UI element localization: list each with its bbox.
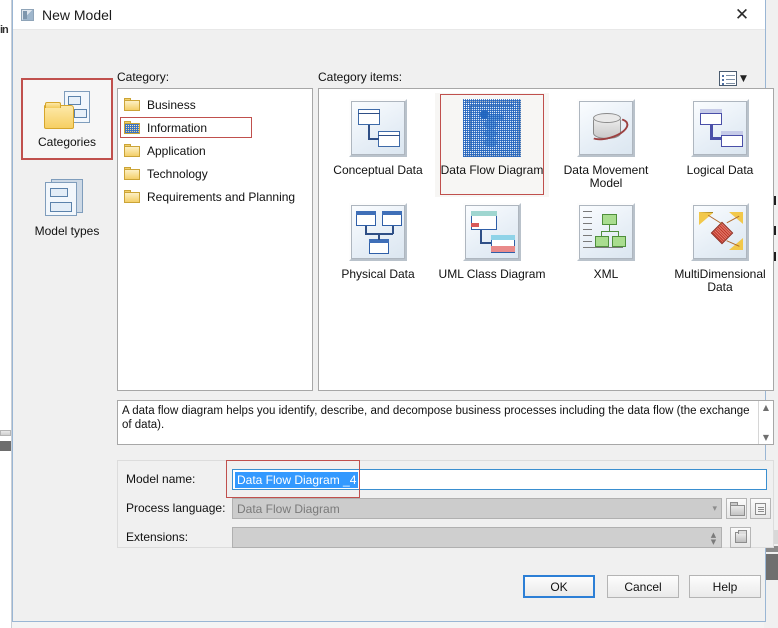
extensions-browse-icon	[734, 530, 747, 543]
model-name-field-wrap: Data Flow Diagram _4	[226, 460, 767, 498]
ok-button[interactable]: OK	[523, 575, 595, 598]
category-item-conceptual-data[interactable]: Conceptual Data	[321, 93, 435, 197]
stepper-down-icon[interactable]: ▼	[711, 538, 716, 546]
new-document-icon	[755, 502, 766, 515]
background-left-panel: in	[0, 0, 12, 628]
process-language-row: Process language: Data Flow Diagram ▾	[118, 498, 773, 520]
scroll-up-icon[interactable]: ▲	[763, 403, 769, 412]
category-item-uml-class-diagram[interactable]: UML Class Diagram	[435, 197, 549, 301]
category-item-information[interactable]: Information	[118, 116, 312, 139]
chevron-down-icon: ▼	[740, 73, 747, 84]
description-scrollbar[interactable]: ▲ ▼	[758, 401, 773, 444]
view-mode-button[interactable]: ▼	[719, 70, 757, 87]
extensions-stepper[interactable]: ▲ ▼	[707, 529, 720, 548]
category-label: Category:	[117, 70, 170, 84]
model-name-label: Model name:	[126, 472, 196, 486]
folder-open-icon	[730, 501, 745, 516]
categories-icon	[44, 90, 90, 130]
dialog-body: Categories Model types Category: Categor…	[13, 30, 774, 621]
category-item-label: Application	[147, 143, 206, 158]
close-icon[interactable]: ✕	[719, 0, 765, 30]
rail-item-model-types[interactable]: Model types	[21, 167, 113, 249]
extensions-input[interactable]: ▲ ▼	[232, 527, 722, 548]
folder-icon	[124, 120, 140, 135]
category-item-physical-data[interactable]: Physical Data	[321, 197, 435, 301]
physical-data-icon	[349, 203, 407, 261]
mode-rail: Categories Model types	[21, 78, 113, 249]
cancel-button[interactable]: Cancel	[607, 575, 679, 598]
background-block-3	[764, 554, 778, 580]
extensions-row: Extensions: ▲ ▼	[118, 527, 773, 549]
folder-icon	[124, 189, 140, 204]
category-item-data-flow-diagram[interactable]: Data Flow Diagram	[435, 93, 549, 197]
category-item-label: Physical Data	[341, 267, 415, 281]
folder-icon	[124, 143, 140, 158]
category-items-label: Category items:	[318, 70, 403, 84]
category-item-application[interactable]: Application	[118, 139, 312, 162]
category-item-label: UML Class Diagram	[438, 267, 546, 281]
description-box: A data flow diagram helps you identify, …	[117, 400, 774, 445]
category-item-label: Business	[147, 97, 196, 112]
category-items-panel[interactable]: Conceptual Data Data Flow Diagram Data M…	[318, 88, 774, 391]
category-item-label: Technology	[147, 166, 208, 181]
rail-item-categories-label: Categories	[37, 134, 97, 149]
rail-item-model-types-label: Model types	[34, 223, 100, 238]
window-icon	[21, 8, 34, 21]
help-button[interactable]: Help	[689, 575, 761, 598]
logical-data-icon	[691, 99, 749, 157]
category-item-label: Data Flow Diagram	[440, 163, 544, 177]
category-list[interactable]: Business Information Application Technol…	[117, 88, 313, 391]
model-name-row: Model name: Data Flow Diagram _4	[118, 460, 773, 498]
category-item-label: Requirements and Planning	[147, 189, 296, 204]
description-text: A data flow diagram helps you identify, …	[122, 405, 750, 431]
dialog-titlebar: New Model ✕	[13, 0, 765, 30]
model-types-icon	[45, 178, 89, 219]
category-item-xml[interactable]: XML	[549, 197, 663, 301]
process-language-label: Process language:	[126, 501, 226, 515]
category-item-label: Data Movement Model	[563, 163, 649, 190]
category-item-data-movement-model[interactable]: Data Movement Model	[549, 93, 663, 197]
category-item-technology[interactable]: Technology	[118, 162, 312, 185]
process-language-value: Data Flow Diagram	[237, 501, 340, 516]
model-settings-form: Model name: Data Flow Diagram _4 Process…	[117, 460, 774, 548]
category-item-label: Conceptual Data	[333, 163, 423, 177]
chevron-down-icon: ▾	[712, 504, 717, 514]
process-language-new-button[interactable]	[750, 498, 771, 519]
model-name-input[interactable]: Data Flow Diagram _4	[232, 469, 767, 490]
data-movement-model-icon	[577, 99, 635, 157]
background-left-toolbar-item-2	[0, 441, 11, 451]
conceptual-data-icon	[349, 99, 407, 157]
background-left-label: in	[0, 24, 9, 36]
category-item-label: MultiDimensional Data	[674, 267, 766, 294]
model-name-value: Data Flow Diagram _4	[235, 472, 359, 488]
process-language-select[interactable]: Data Flow Diagram ▾	[232, 498, 722, 519]
rail-item-categories[interactable]: Categories	[21, 78, 113, 160]
category-item-label: XML	[593, 267, 619, 281]
data-flow-diagram-icon	[463, 99, 521, 157]
dialog-title: New Model	[42, 6, 113, 23]
extensions-browse-button[interactable]	[730, 527, 751, 548]
category-item-label: Information	[147, 120, 208, 135]
category-item-logical-data[interactable]: Logical Data	[663, 93, 773, 197]
process-language-browse-button[interactable]	[726, 498, 747, 519]
category-item-label: Logical Data	[686, 163, 754, 177]
dialog-footer: OK Cancel Help	[13, 563, 765, 621]
scroll-down-icon[interactable]: ▼	[763, 433, 769, 442]
category-item-requirements-and-planning[interactable]: Requirements and Planning	[118, 185, 312, 208]
background-left-toolbar-item	[0, 430, 11, 436]
category-item-multidimensional-data[interactable]: MultiDimensional Data	[663, 197, 773, 301]
folder-icon	[124, 97, 140, 112]
folder-icon	[124, 166, 140, 181]
xml-icon	[577, 203, 635, 261]
list-view-icon	[719, 71, 737, 86]
uml-class-diagram-icon	[463, 203, 521, 261]
new-model-dialog: New Model ✕ Categories Model types Categ…	[12, 0, 774, 622]
category-items-grid: Conceptual Data Data Flow Diagram Data M…	[319, 89, 773, 301]
extensions-label: Extensions:	[126, 530, 189, 544]
multidimensional-data-icon	[691, 203, 749, 261]
category-item-business[interactable]: Business	[118, 93, 312, 116]
